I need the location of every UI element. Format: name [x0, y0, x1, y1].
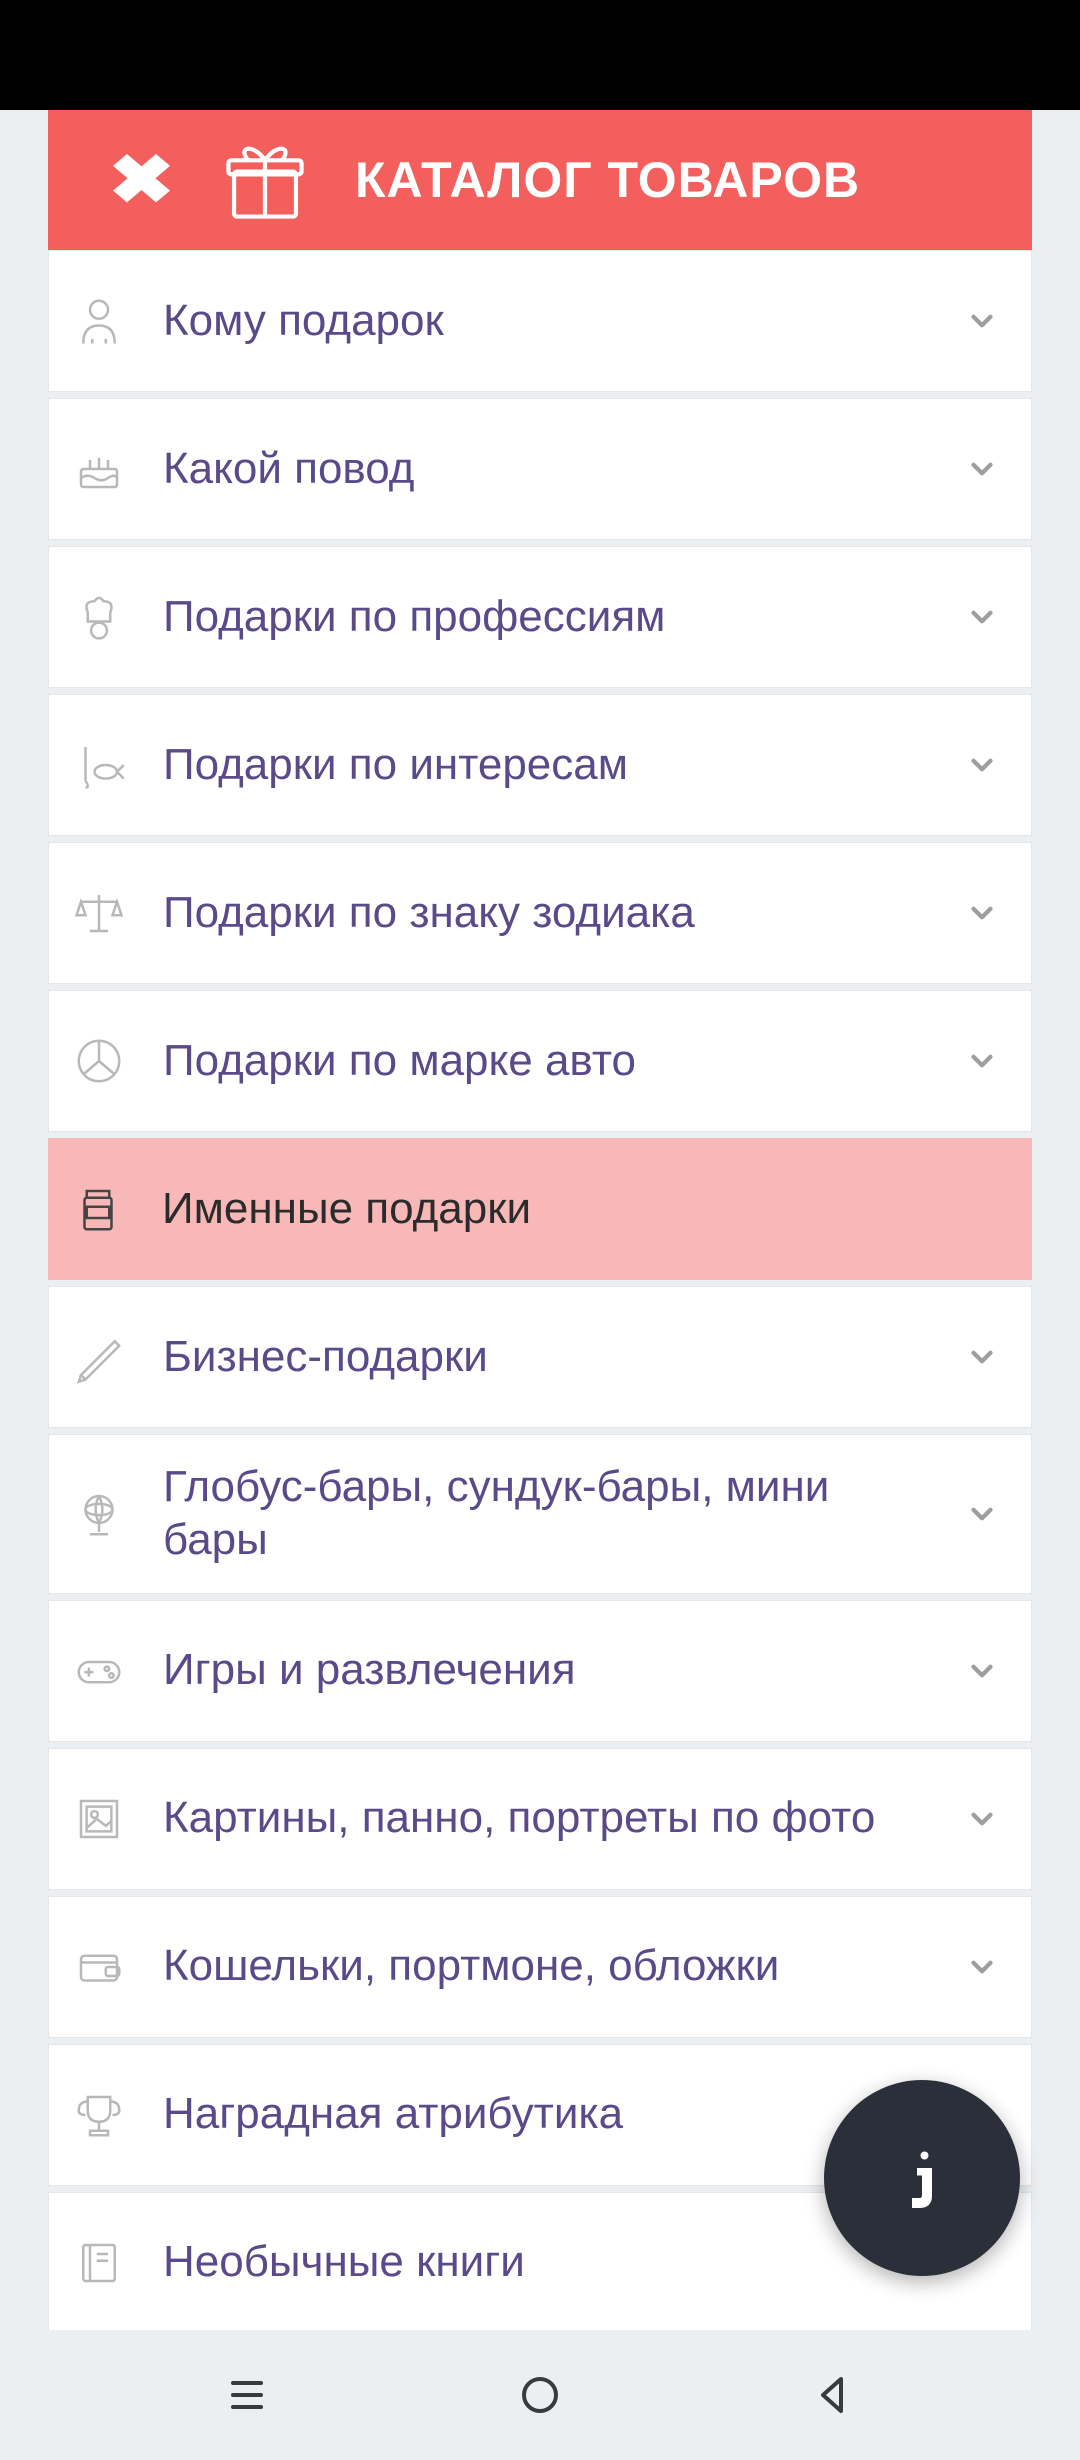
chevron-down-icon: [957, 600, 1007, 634]
chef-icon: [69, 587, 129, 647]
nav-recent-button[interactable]: [217, 2365, 277, 2425]
category-item[interactable]: Подарки по марке авто: [48, 990, 1032, 1132]
gift-icon: [215, 130, 315, 230]
close-icon[interactable]: ✖: [108, 146, 175, 214]
catalog-list: Кому подарок Какой повод Подарки по профес…: [48, 250, 1032, 2330]
catalog-title: КАТАЛОГ ТОВАРОВ: [355, 151, 860, 209]
category-label: Подарки по марке авто: [163, 1035, 923, 1088]
category-item[interactable]: Именные подарки: [48, 1138, 1032, 1280]
nav-back-button[interactable]: [803, 2365, 863, 2425]
category-item[interactable]: Кошельки, портмоне, обложки: [48, 1896, 1032, 2038]
wallet-icon: [69, 1937, 129, 1997]
scales-icon: [69, 883, 129, 943]
trophy-icon: [69, 2085, 129, 2145]
chevron-down-icon: [957, 1802, 1007, 1836]
chat-fab[interactable]: [824, 2080, 1020, 2276]
nav-home-button[interactable]: [510, 2365, 570, 2425]
gamepad-icon: [69, 1641, 129, 1701]
chevron-down-icon: [957, 896, 1007, 930]
category-label: Бизнес-подарки: [163, 1331, 923, 1384]
cake-icon: [69, 439, 129, 499]
chevron-down-icon: [957, 1497, 1007, 1531]
category-item[interactable]: Бизнес-подарки: [48, 1286, 1032, 1428]
catalog-panel: ✖ КАТАЛОГ ТОВАРОВ Кому подарок Какой пово…: [48, 110, 1032, 2330]
person-icon: [69, 291, 129, 351]
category-item[interactable]: Какой повод: [48, 398, 1032, 540]
android-status-bar: [0, 0, 1080, 110]
chevron-down-icon: [957, 1654, 1007, 1688]
category-label: Подарки по знаку зодиака: [163, 887, 923, 940]
category-label: Какой повод: [163, 443, 923, 496]
car-logo-icon: [69, 1031, 129, 1091]
screen-root: ✖ КАТАЛОГ ТОВАРОВ Кому подарок Какой пово…: [0, 0, 1080, 2460]
app-content: ✖ КАТАЛОГ ТОВАРОВ Кому подарок Какой пово…: [0, 110, 1080, 2330]
category-label: Подарки по интересам: [163, 739, 923, 792]
category-label: Кошельки, портмоне, обложки: [163, 1940, 923, 1993]
pen-icon: [69, 1327, 129, 1387]
android-nav-bar: [0, 2330, 1080, 2460]
book-icon: [69, 2233, 129, 2293]
category-label: Кому подарок: [163, 295, 923, 348]
category-item[interactable]: Подарки по знаку зодиака: [48, 842, 1032, 984]
chevron-down-icon: [957, 1950, 1007, 1984]
chevron-down-icon: [957, 304, 1007, 338]
chevron-down-icon: [957, 452, 1007, 486]
painting-icon: [69, 1789, 129, 1849]
category-item[interactable]: Подарки по профессиям: [48, 546, 1032, 688]
category-item[interactable]: Глобус-бары, сундук-бары, мини бары: [48, 1434, 1032, 1594]
category-label: Наградная атрибутика: [163, 2088, 923, 2141]
category-item[interactable]: Подарки по интересам: [48, 694, 1032, 836]
jar-icon: [68, 1179, 128, 1239]
fishing-icon: [69, 735, 129, 795]
chevron-down-icon: [957, 1340, 1007, 1374]
category-label: Подарки по профессиям: [163, 591, 923, 644]
category-item[interactable]: Кому подарок: [48, 250, 1032, 392]
category-label: Игры и развлечения: [163, 1644, 923, 1697]
catalog-header: ✖ КАТАЛОГ ТОВАРОВ: [48, 110, 1032, 250]
chevron-down-icon: [957, 748, 1007, 782]
category-item[interactable]: Игры и развлечения: [48, 1600, 1032, 1742]
category-label: Глобус-бары, сундук-бары, мини бары: [163, 1461, 923, 1567]
category-item[interactable]: Картины, панно, портреты по фото: [48, 1748, 1032, 1890]
chevron-down-icon: [957, 1044, 1007, 1078]
category-label: Картины, панно, портреты по фото: [163, 1792, 923, 1845]
globe-icon: [69, 1484, 129, 1544]
category-label: Именные подарки: [162, 1183, 1008, 1236]
